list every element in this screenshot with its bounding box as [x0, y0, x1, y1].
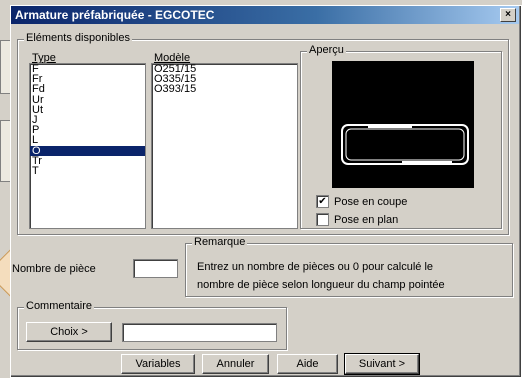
choix-button[interactable]: Choix >: [26, 322, 112, 342]
remarque-line-1: Entrez un nombre de pièces ou 0 pour cal…: [197, 261, 434, 273]
pose-coupe-label: Pose en coupe: [334, 195, 408, 208]
pose-coupe-row[interactable]: ✔ Pose en coupe: [316, 195, 407, 208]
type-list-item[interactable]: P: [30, 125, 145, 136]
suivant-button[interactable]: Suivant >: [344, 353, 420, 375]
close-icon: ×: [505, 9, 511, 20]
close-button[interactable]: ×: [500, 8, 516, 22]
type-list-item[interactable]: Ut: [30, 104, 145, 115]
title-bar[interactable]: Armature préfabriquée - EGCOTEC ×: [11, 6, 519, 24]
choix-button-label: Choix >: [50, 326, 88, 338]
remarque-line-2: nombre de pièce selon longueur du champ …: [197, 279, 445, 291]
type-list-item[interactable]: J: [30, 114, 145, 125]
annuler-button-label: Annuler: [216, 358, 255, 370]
preview-group-label: Aperçu: [307, 44, 346, 56]
type-list-item[interactable]: Fr: [30, 74, 145, 85]
type-list-item[interactable]: L: [30, 135, 145, 146]
type-list-item[interactable]: T: [30, 165, 145, 176]
variables-button-label: Variables: [135, 358, 181, 370]
type-list-item[interactable]: F: [30, 64, 145, 75]
type-list-item[interactable]: Fd: [30, 84, 145, 95]
pose-plan-label: Pose en plan: [334, 213, 399, 226]
model-list-item[interactable]: O393/15: [152, 84, 297, 95]
type-list[interactable]: F Fr Fd Ur Ut J P L O Tr T: [29, 63, 146, 229]
window-title: Armature préfabriquée - EGCOTEC: [15, 8, 215, 22]
pose-plan-checkbox[interactable]: [316, 213, 329, 226]
suivant-button-label: Suivant >: [358, 358, 406, 370]
type-list-item[interactable]: Ur: [30, 94, 145, 105]
annuler-button[interactable]: Annuler: [202, 354, 269, 374]
aide-button-label: Aide: [296, 358, 319, 370]
type-list-item[interactable]: Tr: [30, 155, 145, 166]
type-list-item[interactable]: O: [30, 145, 145, 156]
nombre-piece-label: Nombre de pièce: [12, 263, 96, 275]
rebar-shape-preview: [341, 124, 469, 165]
remarque-group-label: Remarque: [192, 236, 248, 248]
commentaire-group-label: Commentaire: [24, 300, 95, 312]
armature-dialog: Armature préfabriquée - EGCOTEC × Elémen…: [10, 5, 522, 378]
nombre-piece-input[interactable]: [133, 259, 178, 278]
preview-canvas: [332, 61, 474, 188]
model-list[interactable]: O251/15 O335/15 O393/15: [151, 63, 298, 229]
commentaire-input[interactable]: [122, 323, 277, 342]
pose-coupe-checkbox[interactable]: ✔: [316, 195, 329, 208]
aide-button[interactable]: Aide: [277, 354, 338, 374]
elements-group-label: Eléments disponibles: [24, 32, 132, 44]
variables-button[interactable]: Variables: [121, 354, 195, 374]
pose-plan-row[interactable]: Pose en plan: [316, 213, 398, 226]
